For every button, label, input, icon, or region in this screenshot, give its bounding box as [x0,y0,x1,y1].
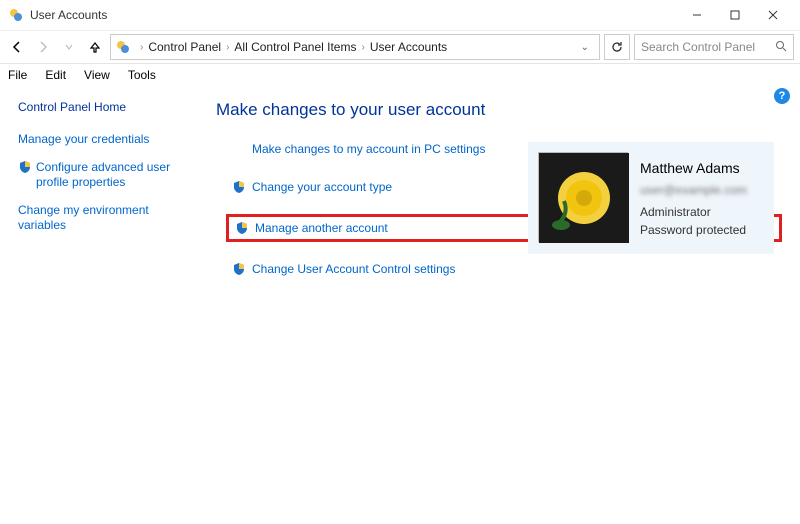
recent-dropdown[interactable] [58,36,80,58]
user-name: Matthew Adams [640,158,747,179]
location-icon [115,39,131,55]
breadcrumb-item[interactable]: Control Panel [148,40,221,54]
search-icon [775,40,787,55]
shield-icon [235,221,249,235]
action-label: Make changes to my account in PC setting… [252,142,485,156]
address-dropdown-icon[interactable]: ⌄ [575,42,595,53]
sidebar: Control Panel Home Manage your credentia… [18,94,188,296]
main-panel: Make changes to your user account Make c… [188,94,782,296]
sidebar-link-label: Configure advanced user profile properti… [36,160,188,191]
minimize-button[interactable] [678,3,716,27]
user-role: Administrator [640,203,747,221]
refresh-button[interactable] [604,34,630,60]
action-label: Manage another account [255,221,388,235]
user-card: Matthew Adams user@example.com Administr… [528,142,774,254]
menu-file[interactable]: File [8,68,27,82]
shield-icon [232,262,246,276]
shield-icon [18,160,32,174]
title-bar: User Accounts [0,0,800,30]
sidebar-link-profile[interactable]: Configure advanced user profile properti… [18,160,188,191]
menu-view[interactable]: View [84,68,110,82]
action-uac-settings[interactable]: Change User Account Control settings [226,258,782,280]
back-button[interactable] [6,36,28,58]
menu-bar: File Edit View Tools [0,64,800,86]
close-button[interactable] [754,3,792,27]
user-email: user@example.com [640,181,747,199]
action-label: Change your account type [252,180,392,194]
forward-button[interactable] [32,36,54,58]
shield-icon [232,180,246,194]
control-panel-home-link[interactable]: Control Panel Home [18,100,188,114]
user-info: Matthew Adams user@example.com Administr… [640,152,747,239]
breadcrumb-item[interactable]: All Control Panel Items [234,40,356,54]
window-title: User Accounts [30,8,107,22]
up-button[interactable] [84,36,106,58]
address-bar[interactable]: › Control Panel › All Control Panel Item… [110,34,600,60]
breadcrumb-item[interactable]: User Accounts [370,40,447,54]
sidebar-link-envvars[interactable]: Change my environment variables [18,203,188,234]
sidebar-link-credentials[interactable]: Manage your credentials [18,132,188,148]
avatar [538,152,628,242]
maximize-button[interactable] [716,3,754,27]
content-area: ? Control Panel Home Manage your credent… [0,86,800,304]
search-placeholder: Search Control Panel [641,40,755,54]
user-protection: Password protected [640,221,747,239]
help-icon[interactable]: ? [774,88,790,104]
nav-bar: › Control Panel › All Control Panel Item… [0,30,800,64]
page-heading: Make changes to your user account [216,100,782,120]
menu-edit[interactable]: Edit [45,68,66,82]
search-input[interactable]: Search Control Panel [634,34,794,60]
sidebar-link-label: Manage your credentials [18,132,149,148]
app-icon [8,7,24,23]
menu-tools[interactable]: Tools [128,68,156,82]
sidebar-link-label: Change my environment variables [18,203,188,234]
action-label: Change User Account Control settings [252,262,455,276]
